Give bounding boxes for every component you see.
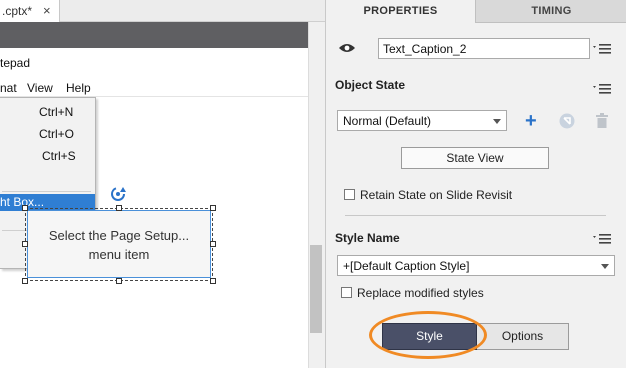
style-name-select[interactable]: +[Default Caption Style]	[337, 255, 615, 276]
retain-state-label: Retain State on Slide Revisit	[360, 188, 513, 202]
shortcut-new[interactable]: Ctrl+N	[39, 105, 73, 119]
notepad-title: tepad	[0, 56, 31, 70]
replace-styles-checkbox[interactable]	[341, 287, 352, 298]
highlight-oval	[369, 311, 487, 359]
properties-panel: PROPERTIES TIMING Text_Caption_2 Object …	[325, 0, 626, 368]
tab-properties[interactable]: PROPERTIES	[326, 0, 475, 23]
resize-handle[interactable]	[22, 205, 28, 211]
resize-handle[interactable]	[210, 205, 216, 211]
item-name-field[interactable]: Text_Caption_2	[378, 38, 590, 59]
caption-line-1: Select the Page Setup...	[48, 228, 190, 243]
tab-timing[interactable]: TIMING	[475, 0, 626, 23]
object-state-menu-icon[interactable]	[593, 83, 611, 95]
rotate-icon[interactable]	[108, 184, 128, 204]
section-divider	[345, 215, 606, 216]
tab-strip	[60, 0, 325, 22]
resize-handle[interactable]	[116, 278, 122, 284]
text-caption[interactable]: Select the Page Setup... menu item	[27, 210, 211, 278]
style-name-value: +[Default Caption Style]	[343, 259, 470, 273]
panel-tabs: PROPERTIES TIMING	[326, 0, 626, 23]
shortcut-open[interactable]: Ctrl+O	[39, 127, 74, 141]
document-tab[interactable]: .cptx* ×	[0, 0, 60, 22]
state-view-button[interactable]: State View	[401, 147, 549, 169]
menu-divider	[2, 191, 91, 192]
panel-menu-icon[interactable]	[593, 43, 611, 55]
menu-view[interactable]: View	[27, 81, 53, 95]
replace-styles-row: Replace modified styles	[341, 286, 484, 300]
add-state-icon[interactable]: +	[525, 111, 537, 131]
style-menu-icon[interactable]	[593, 233, 611, 245]
close-icon[interactable]: ×	[43, 0, 51, 22]
resize-handle[interactable]	[116, 205, 122, 211]
shortcut-save[interactable]: Ctrl+S	[42, 149, 76, 163]
resize-handle[interactable]	[210, 278, 216, 284]
menu-format[interactable]: nat	[0, 81, 17, 95]
resize-handle[interactable]	[210, 241, 216, 247]
scrollbar-thumb[interactable]	[310, 245, 322, 333]
menu-help[interactable]: Help	[66, 81, 91, 95]
editor-area: .cptx* × tepad nat View Help Ctrl+N Ctrl…	[0, 0, 325, 368]
trash-icon[interactable]	[596, 113, 608, 128]
caption-line-2: menu item	[88, 247, 150, 262]
chevron-down-icon	[601, 264, 609, 269]
chevron-down-icon	[493, 119, 501, 124]
notepad-menubar: nat View Help	[0, 79, 308, 97]
options-button[interactable]: Options	[477, 323, 569, 350]
eye-icon[interactable]	[339, 43, 355, 53]
resize-handle[interactable]	[22, 241, 28, 247]
object-state-value: Normal (Default)	[343, 114, 432, 128]
retain-state-row: Retain State on Slide Revisit	[344, 188, 512, 202]
slide-toolbar	[0, 22, 308, 48]
object-state-title: Object State	[335, 78, 406, 92]
state-action-icon[interactable]	[559, 113, 575, 129]
retain-state-checkbox[interactable]	[344, 189, 355, 200]
resize-handle[interactable]	[22, 278, 28, 284]
document-tab-label: .cptx*	[2, 4, 33, 18]
style-name-title: Style Name	[335, 231, 400, 245]
object-state-select[interactable]: Normal (Default)	[337, 110, 507, 131]
replace-styles-label: Replace modified styles	[357, 286, 484, 300]
